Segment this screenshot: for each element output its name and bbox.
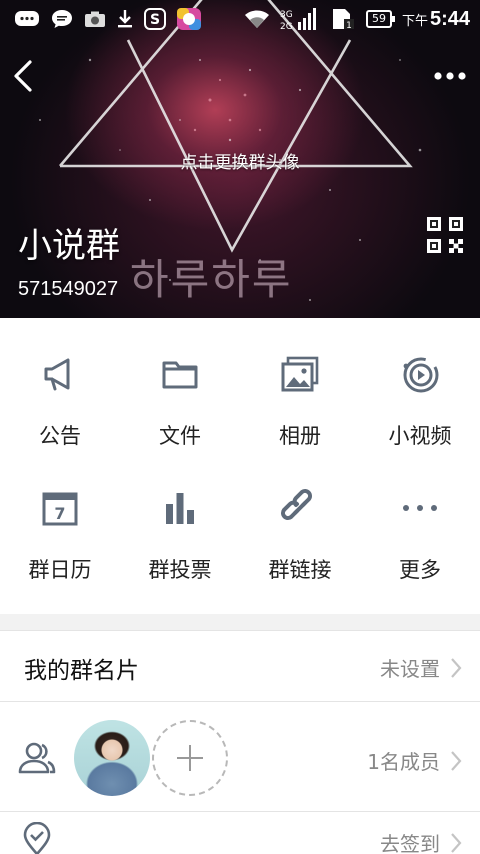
calendar-day: 7	[54, 504, 65, 523]
vote-chart-icon	[158, 486, 202, 530]
grid-label: 公告	[39, 424, 81, 448]
check-in-label: 去签到	[380, 832, 440, 854]
more-options-button[interactable]	[432, 64, 468, 88]
more-dots-icon	[434, 72, 466, 80]
group-id: 571549027	[18, 278, 119, 300]
chevron-right-icon	[451, 657, 462, 678]
group-feature-grid: 公告 文件 相册 小视频 7 群日历 群投票 群链接 更多	[0, 318, 480, 614]
calendar-icon: 7	[38, 486, 82, 530]
svg-text:2G: 2G	[280, 22, 293, 32]
grid-label: 小视频	[388, 424, 452, 448]
group-name: 小说群	[18, 226, 120, 266]
album-icon	[278, 352, 322, 396]
group-members-row[interactable]: 1名成员	[0, 702, 480, 812]
folder-icon	[158, 352, 202, 396]
qr-code-icon	[427, 217, 463, 253]
change-group-avatar-hint[interactable]: 点击更换群头像	[0, 148, 480, 173]
back-button[interactable]	[10, 56, 40, 96]
svg-text:S: S	[150, 12, 160, 28]
grid-label: 群链接	[268, 558, 332, 582]
member-avatar[interactable]	[74, 720, 150, 796]
video-icon	[398, 352, 442, 396]
sim-signal-icon: 1	[330, 7, 356, 31]
svg-text:3G: 3G	[280, 10, 293, 20]
my-group-card-title: 我的群名片	[24, 658, 139, 684]
member-count: 1名成员	[367, 750, 440, 774]
short-video-button[interactable]: 小视频	[360, 318, 480, 466]
album-button[interactable]: 相册	[240, 318, 360, 466]
group-cover-banner[interactable]: S 3G 2G 1 59 下午 5:44 点击更换群头像 하루하루 小说群 57…	[0, 0, 480, 318]
svg-text:1: 1	[346, 21, 352, 31]
my-group-card-value: 未设置	[380, 657, 440, 681]
wifi-icon	[244, 9, 270, 29]
battery-indicator: 59	[365, 10, 395, 28]
chevron-right-icon	[451, 832, 462, 853]
grid-label: 群投票	[148, 558, 212, 582]
status-bar: S 3G 2G 1 59 下午 5:44	[0, 0, 480, 38]
announcement-button[interactable]: 公告	[0, 318, 120, 466]
camera-icon	[84, 10, 106, 28]
more-dots-icon	[398, 486, 442, 530]
game-app-icon	[176, 7, 202, 31]
check-in-row[interactable]: 去签到	[0, 812, 480, 854]
feature-row-2: 7 群日历 群投票 群链接 更多	[0, 466, 480, 614]
link-icon	[278, 486, 322, 530]
time-ampm: 下午	[401, 13, 428, 29]
feature-row-1: 公告 文件 相册 小视频	[0, 318, 480, 466]
grid-label: 更多	[399, 558, 441, 582]
signal-3g-icon: 3G 2G	[280, 6, 320, 32]
my-group-card-row[interactable]: 我的群名片 未设置	[0, 630, 480, 702]
back-arrow-icon	[14, 60, 32, 92]
download-icon	[116, 9, 134, 29]
group-link-button[interactable]: 群链接	[240, 466, 360, 614]
group-calendar-button[interactable]: 7 群日历	[0, 466, 120, 614]
qr-code-button[interactable]	[426, 216, 464, 254]
status-time: 5:44	[429, 7, 470, 30]
more-features-button[interactable]: 更多	[360, 466, 480, 614]
chevron-right-icon	[451, 750, 462, 771]
grid-label: 群日历	[28, 558, 92, 582]
files-button[interactable]: 文件	[120, 318, 240, 466]
members-icon	[18, 742, 56, 774]
plus-icon	[177, 745, 203, 771]
megaphone-icon	[38, 352, 82, 396]
cover-overlay-text: 하루하루	[130, 255, 293, 304]
add-member-button[interactable]	[152, 720, 228, 796]
grid-label: 相册	[279, 424, 321, 448]
chat-bubble-icon	[14, 9, 40, 29]
s-app-icon: S	[144, 8, 166, 30]
message-icon	[50, 8, 74, 30]
group-vote-button[interactable]: 群投票	[120, 466, 240, 614]
check-in-location-icon	[23, 822, 51, 854]
grid-label: 文件	[159, 424, 201, 448]
